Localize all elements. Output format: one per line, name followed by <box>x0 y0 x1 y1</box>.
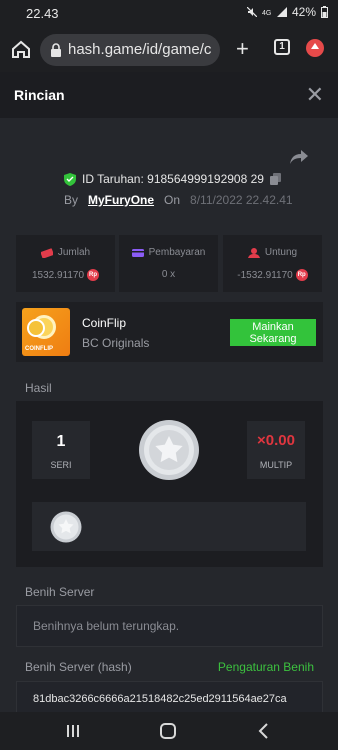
bet-date: 8/11/2022 22.42.41 <box>190 193 293 207</box>
bet-id-row: ID Taruhan: 918564999192908 29 <box>64 172 281 186</box>
coin-result-icon <box>139 420 199 480</box>
system-nav-bar <box>0 712 338 750</box>
share-icon[interactable] <box>290 150 308 164</box>
copy-icon[interactable] <box>269 173 281 185</box>
stat-payout: Pembayaran 0 x <box>119 235 218 292</box>
home-icon[interactable] <box>10 38 32 60</box>
series-label: SERI <box>50 460 72 470</box>
series-value: 1 <box>56 433 66 450</box>
server-hash-label: Benih Server (hash) <box>25 660 132 674</box>
home-nav-icon[interactable] <box>160 723 176 739</box>
battery-percent: 42% <box>291 5 316 19</box>
server-seed-label: Benih Server <box>25 585 95 599</box>
seed-settings-link[interactable]: Pengaturan Benih <box>218 660 314 674</box>
play-now-button[interactable]: Mainkan Sekarang <box>230 319 316 346</box>
shield-icon <box>64 172 76 186</box>
recent-apps-icon[interactable] <box>66 724 80 738</box>
screen: 22.43 4G 42% hash.game/id/game/c + 1 Rin… <box>0 0 338 750</box>
status-bar: 22.43 4G 42% <box>0 0 338 28</box>
stat-payout-value-row: 0 x <box>119 269 218 280</box>
stat-payout-label-row: Pembayaran <box>119 247 218 258</box>
multiplier-box: ×0.00 MULTIP <box>247 421 305 479</box>
money-icon <box>40 247 53 258</box>
close-icon[interactable]: ✕ <box>306 82 324 108</box>
currency-badge: Rp <box>295 269 308 281</box>
game-provider: BC Originals <box>82 336 150 350</box>
game-card: COINFLIP CoinFlip BC Originals Mainkan S… <box>16 302 323 362</box>
coin-history-icon <box>50 511 82 543</box>
url-text: hash.game/id/game/c <box>68 41 212 58</box>
multiplier-value: ×0.00 <box>257 432 295 449</box>
bet-id: ID Taruhan: 918564999192908 29 <box>82 172 264 186</box>
stat-profit: Untung -1532.91170 Rp <box>223 235 322 292</box>
stat-amount-value: 1532.91170 <box>31 269 85 281</box>
game-thumbnail-label: COINFLIP <box>25 346 53 352</box>
svg-text:4G: 4G <box>262 10 271 17</box>
by-label: By <box>64 193 79 207</box>
tab-switcher-button[interactable]: 1 <box>274 39 290 55</box>
result-section-label: Hasil <box>25 381 52 395</box>
coin-graphic <box>27 319 45 337</box>
modal-title: Rincian <box>14 87 65 103</box>
modal-header: Rincian ✕ <box>0 72 338 118</box>
stat-amount-value-row: 1532.91170 Rp <box>16 269 115 281</box>
result-panel: 1 SERI ×0.00 MULTIP <box>16 401 323 567</box>
server-seed-field: Benihnya belum terungkap. <box>16 605 323 647</box>
stat-profit-value-row: -1532.91170 Rp <box>223 269 322 281</box>
stat-profit-label: Untung <box>264 247 298 258</box>
stat-amount-label-row: Jumlah <box>16 247 115 258</box>
currency-badge: Rp <box>87 269 100 281</box>
card-icon <box>131 248 144 257</box>
stat-amount: Jumlah 1532.91170 Rp <box>16 235 115 292</box>
profit-icon <box>247 247 260 258</box>
lock-icon <box>51 43 61 57</box>
browser-toolbar: hash.game/id/game/c + 1 <box>0 28 338 72</box>
update-menu-icon[interactable] <box>306 39 324 57</box>
game-name[interactable]: CoinFlip <box>82 316 126 330</box>
back-icon[interactable] <box>256 723 272 739</box>
server-hash-field[interactable]: 81dbac3266c6666a21518482c25ed2911564ae27… <box>16 681 323 715</box>
series-box: 1 SERI <box>32 421 90 479</box>
stat-profit-label-row: Untung <box>223 247 322 258</box>
url-bar[interactable]: hash.game/id/game/c <box>40 34 220 66</box>
game-thumbnail[interactable]: COINFLIP <box>22 308 70 356</box>
stat-profit-value: -1532.91170 <box>237 269 293 281</box>
network-icon: 4G <box>262 10 271 17</box>
result-history-strip <box>32 502 306 551</box>
new-tab-button[interactable]: + <box>236 38 249 60</box>
status-time: 22.43 <box>26 6 59 21</box>
on-label: On <box>164 193 181 207</box>
bet-author-row: By MyFuryOne On 8/11/2022 22.42.41 <box>64 193 293 207</box>
battery-icon <box>321 6 328 18</box>
stat-payout-label: Pembayaran <box>148 247 206 258</box>
status-icons: 4G 42% <box>246 5 328 19</box>
user-link[interactable]: MyFuryOne <box>88 193 154 207</box>
signal-icon <box>276 7 287 17</box>
multiplier-label: MULTIP <box>259 460 293 470</box>
stat-amount-label: Jumlah <box>57 247 91 258</box>
stat-payout-value: 0 x <box>161 269 176 280</box>
mute-icon <box>246 7 257 17</box>
